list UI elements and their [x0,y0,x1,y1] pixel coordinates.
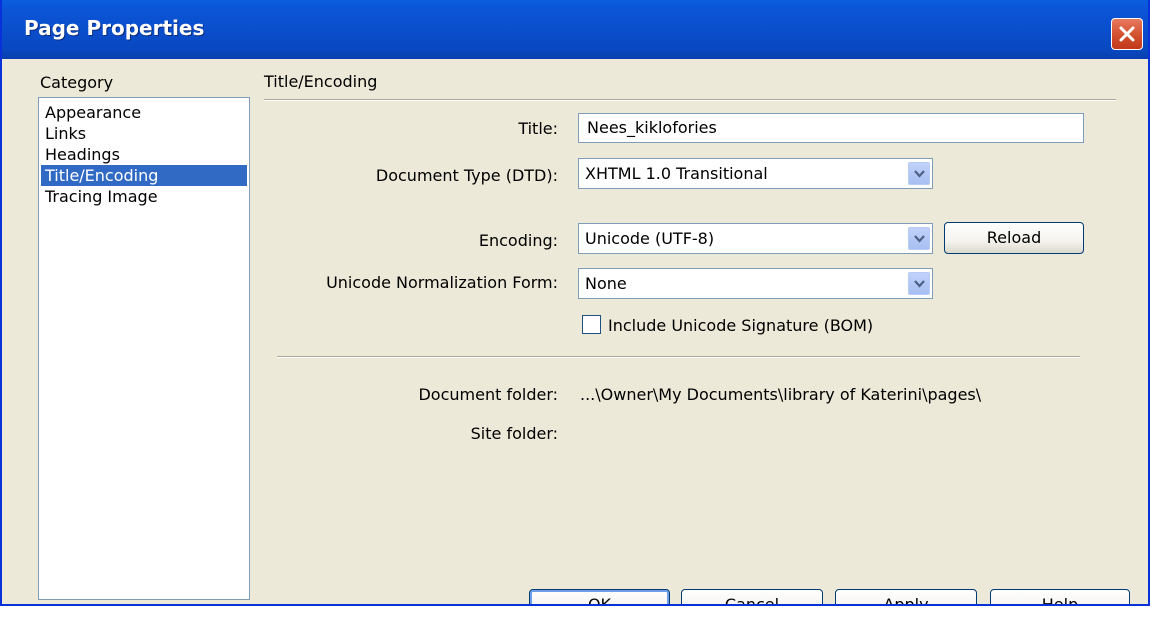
title-label: Title: [518,119,558,138]
doctype-select[interactable]: XHTML 1.0 Transitional [578,158,933,189]
chevron-down-icon [914,170,925,178]
category-item-links[interactable]: Links [41,123,247,144]
bom-label[interactable]: Include Unicode Signature (BOM) [608,316,873,335]
chevron-down-icon [914,280,925,288]
title-input[interactable]: Nees_kiklofories [578,113,1084,143]
category-item-appearance[interactable]: Appearance [41,102,247,123]
apply-button[interactable]: Apply [835,589,977,604]
section-divider [277,356,1080,358]
heading-divider [264,99,1116,101]
category-item-tracing-image[interactable]: Tracing Image [41,186,247,207]
category-item-title-encoding[interactable]: Title/Encoding [41,165,247,186]
normalization-value: None [585,274,627,293]
ok-button[interactable]: OK [529,589,670,604]
encoding-value: Unicode (UTF-8) [585,229,715,248]
site-folder-label: Site folder: [470,424,558,443]
help-button[interactable]: Help [990,589,1130,604]
encoding-select[interactable]: Unicode (UTF-8) [578,223,933,254]
doctype-dropdown-button[interactable] [908,162,930,185]
chevron-down-icon [914,235,925,243]
reload-button[interactable]: Reload [944,222,1084,254]
document-folder-value: ...\Owner\My Documents\library of Kateri… [580,385,982,404]
bom-checkbox[interactable] [582,315,601,334]
doctype-value: XHTML 1.0 Transitional [585,164,768,183]
close-button[interactable] [1111,18,1143,50]
doctype-label: Document Type (DTD): [375,166,558,185]
close-icon [1119,26,1135,42]
category-item-headings[interactable]: Headings [41,144,247,165]
cancel-button[interactable]: Cancel [681,589,823,604]
encoding-dropdown-button[interactable] [908,227,930,250]
normalization-select[interactable]: None [578,268,933,299]
category-label: Category [40,73,114,92]
panel-heading: Title/Encoding [264,72,378,91]
normalization-dropdown-button[interactable] [908,272,930,295]
window-title: Page Properties [24,16,205,40]
category-list[interactable]: Appearance Links Headings Title/Encoding… [38,97,250,600]
document-folder-label: Document folder: [418,385,558,404]
title-bar[interactable]: Page Properties [2,0,1148,59]
normalization-label: Unicode Normalization Form: [326,273,558,292]
encoding-label: Encoding: [478,231,558,250]
page-properties-dialog: Page Properties Category Appearance Link… [0,0,1150,606]
